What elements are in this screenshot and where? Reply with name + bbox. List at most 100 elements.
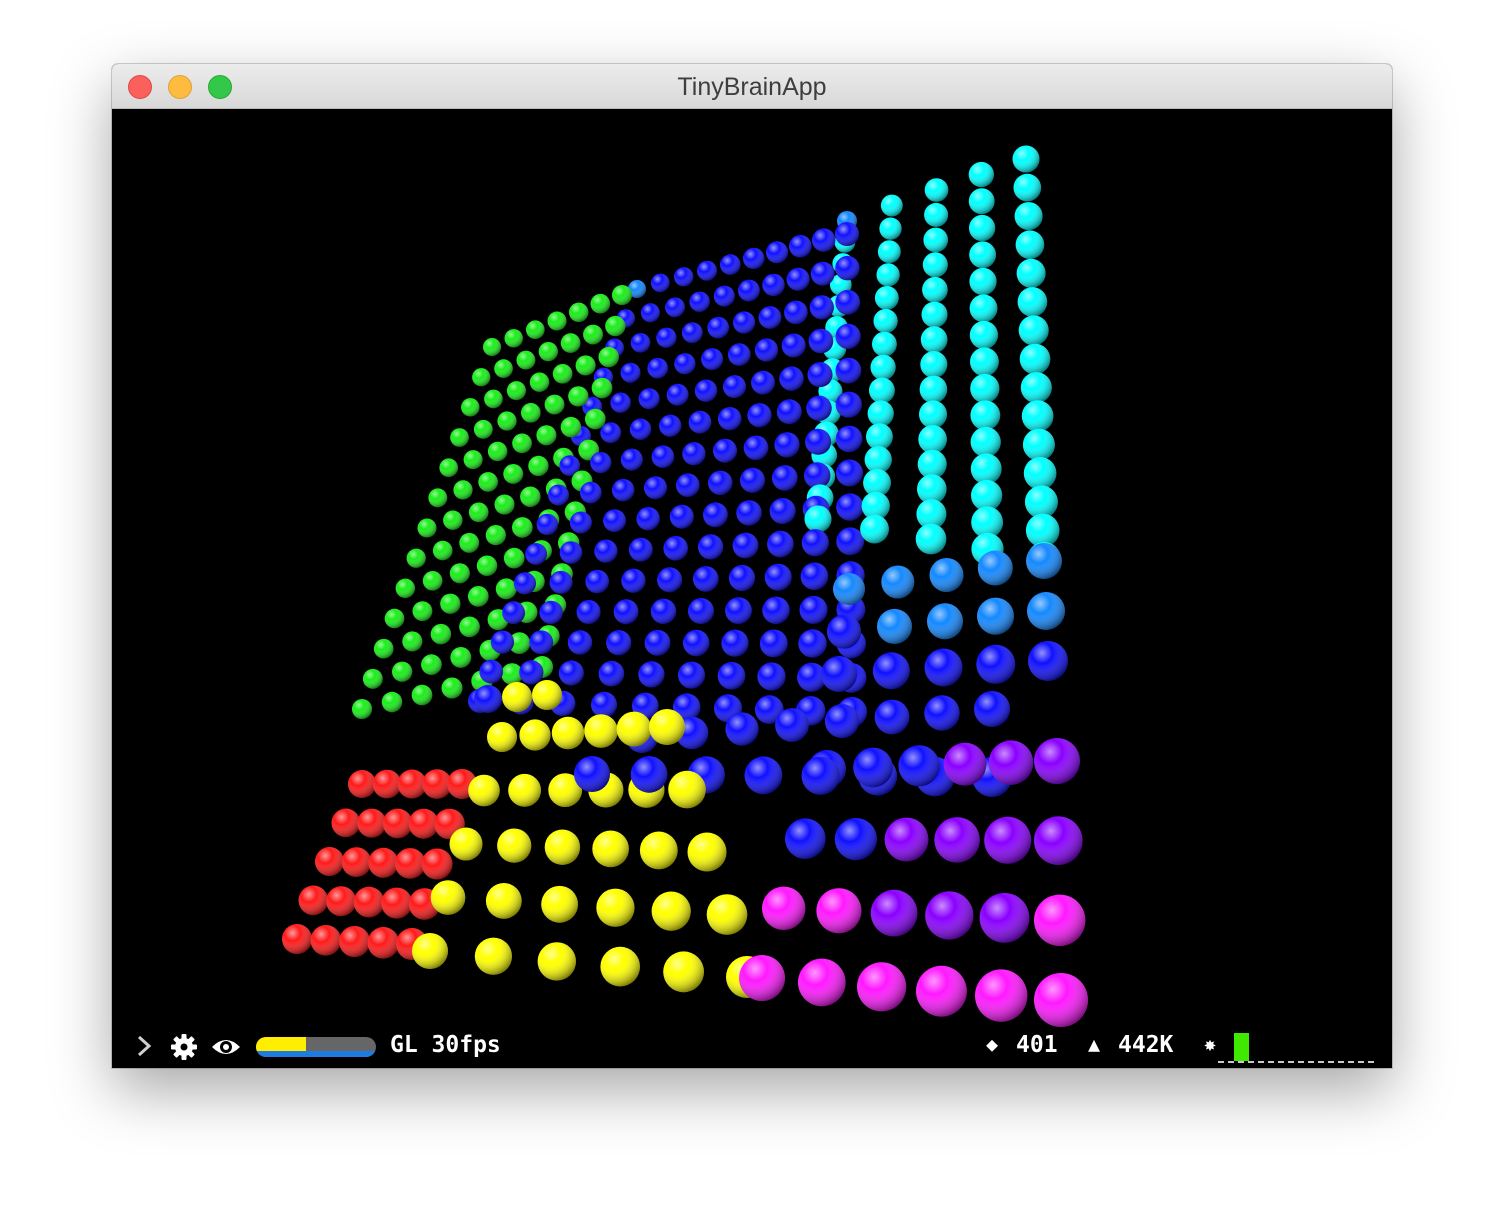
sphere-shading — [701, 348, 724, 371]
sphere-shading — [725, 597, 752, 624]
sphere-shading — [693, 566, 719, 592]
sphere-shading — [541, 885, 578, 923]
sphere-shading — [506, 381, 526, 401]
sphere-shading — [605, 315, 626, 337]
sphere-shading — [728, 343, 751, 366]
sphere-shading — [728, 564, 756, 592]
sphere-shading — [835, 222, 859, 246]
vertex-count: 401 — [1016, 1032, 1058, 1058]
sphere-shading — [651, 445, 675, 469]
sphere-shading — [372, 769, 402, 799]
sphere-shading — [536, 513, 558, 536]
sphere-shading — [367, 927, 400, 959]
sphere-shading — [412, 601, 433, 621]
sphere-shading — [1019, 343, 1051, 375]
sphere-shading — [781, 333, 806, 358]
sphere-shading — [479, 659, 504, 684]
sphere-shading — [508, 773, 541, 807]
sphere-shading — [919, 375, 948, 404]
sphere-shading — [644, 629, 671, 656]
sphere-shading — [525, 543, 547, 565]
sphere-shading — [402, 631, 423, 652]
sphere-shading — [1014, 202, 1043, 231]
sphere-shading — [502, 682, 532, 712]
sphere-shading — [674, 267, 694, 287]
performance-meter — [256, 1037, 376, 1057]
sphere-shading — [827, 614, 861, 649]
sphere-shading — [392, 661, 413, 682]
sphere-shading — [459, 532, 480, 553]
chevron-right-icon[interactable] — [134, 1031, 154, 1067]
sphere-shading — [807, 362, 833, 388]
sphere-shading — [669, 504, 694, 529]
sphere-shading — [569, 302, 589, 322]
sphere-shading — [373, 638, 394, 659]
sphere-shading — [449, 563, 470, 584]
gl-fps-label: GL 30fps — [390, 1032, 501, 1058]
sphere-shading — [916, 965, 967, 1017]
sphere-shading — [676, 473, 700, 498]
sphere-shading — [970, 453, 1002, 485]
sphere-shading — [590, 452, 612, 474]
sphere-shading — [970, 347, 999, 377]
sphere-shading — [417, 518, 437, 538]
eye-icon[interactable] — [210, 1035, 242, 1065]
sphere-shading — [743, 247, 765, 270]
sphere-shading — [310, 925, 342, 956]
sphere-shading — [924, 178, 949, 202]
sphere-shading — [697, 260, 717, 281]
sphere-shading — [970, 373, 1000, 404]
sphere-shading — [331, 808, 361, 838]
sphere-shading — [713, 285, 735, 307]
sphere-shading — [681, 322, 703, 344]
sphere-shading — [824, 703, 860, 739]
sphere-shading — [1023, 457, 1057, 490]
sphere-shading — [678, 661, 705, 689]
sphere-shading — [835, 391, 862, 418]
sphere-shading — [758, 306, 782, 329]
sphere-shading — [977, 597, 1014, 635]
sphere-shading — [483, 338, 501, 356]
sphere-shading — [495, 578, 517, 600]
sphere-shading — [640, 303, 660, 323]
gl-viewport[interactable] — [112, 109, 1392, 1068]
sphere-shading — [915, 523, 947, 555]
sphere-shading — [647, 357, 668, 379]
sphere-shading — [560, 333, 581, 353]
sphere-shading — [544, 394, 565, 415]
sphere-shading — [927, 603, 963, 640]
sphere-shading — [520, 486, 541, 507]
sphere-shading — [821, 656, 857, 692]
sphere-shading — [925, 891, 974, 940]
sphere-shading — [733, 311, 756, 334]
sphere-shading — [612, 285, 632, 305]
command-input[interactable] — [1218, 1031, 1374, 1063]
sphere-shading — [381, 887, 413, 919]
sphere-shading — [743, 435, 769, 461]
sphere-shading — [744, 756, 783, 795]
sphere-shading — [836, 527, 865, 556]
sphere-shading — [463, 450, 483, 470]
sphere-shading — [298, 885, 329, 916]
sphere-shading — [559, 541, 583, 564]
asterisk-icon: ✸ — [1204, 1032, 1217, 1056]
sphere-shading — [1017, 287, 1048, 317]
sphere-shading — [812, 228, 836, 252]
sphere-shading — [984, 816, 1032, 864]
sphere-shading — [799, 595, 828, 624]
sphere-shading — [503, 464, 524, 484]
sphere-shading — [721, 629, 749, 657]
sphere-shading — [934, 817, 980, 863]
sphere-shading — [969, 294, 998, 323]
sphere-shading — [876, 263, 900, 287]
sphere-shading — [412, 933, 448, 969]
sphere-shading — [357, 808, 387, 838]
sphere-shading — [529, 630, 554, 655]
sphere-shading — [574, 756, 610, 792]
diamond-icon: ◆ — [986, 1032, 999, 1056]
sphere-shading — [920, 351, 948, 378]
gear-icon[interactable] — [170, 1033, 198, 1067]
sphere-shading — [1020, 372, 1052, 404]
sphere-shading — [723, 375, 746, 399]
title-bar[interactable]: TinyBrainApp — [112, 64, 1392, 109]
